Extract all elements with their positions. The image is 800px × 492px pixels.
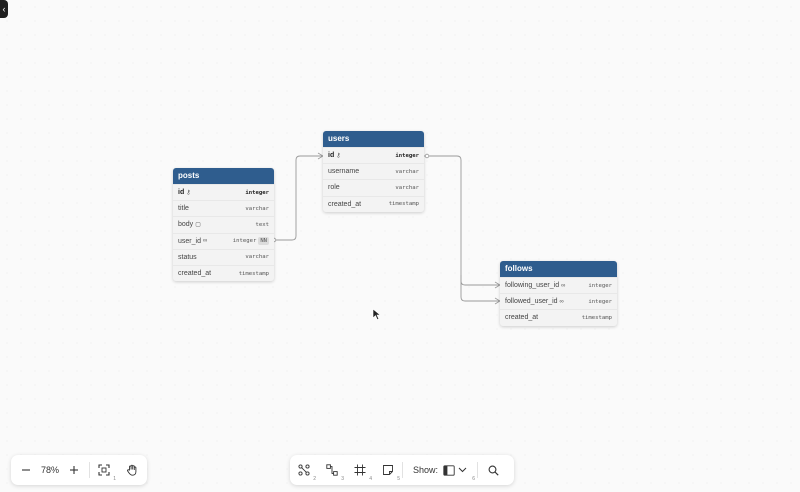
auto-layout-button[interactable]: 2 xyxy=(290,455,318,485)
field-name: created_at xyxy=(505,314,539,322)
field-type: text xyxy=(255,221,269,228)
field-name: user_id xyxy=(178,237,201,245)
field-name: status xyxy=(178,253,197,261)
field-type: timestamp xyxy=(238,270,269,277)
table-field-row[interactable]: followed_user_id ∞ integer xyxy=(500,293,617,309)
diagram-canvas[interactable]: ‹ posts id ⚷ integer title varchar body ▢ … xyxy=(0,0,800,492)
field-name: body xyxy=(178,221,194,229)
field-type: integer xyxy=(588,282,612,289)
field-type: timestamp xyxy=(581,314,612,321)
table-field-row[interactable]: user_id ∞ integer NN xyxy=(173,232,274,249)
table-field-row[interactable]: created_at timestamp xyxy=(173,264,274,281)
key-icon: ⚷ xyxy=(186,190,191,197)
pan-tool-button[interactable] xyxy=(118,455,146,485)
tools-toolbar: 2 3 4 5 Show: 6 xyxy=(290,455,514,485)
shortcut-hint: 1 xyxy=(113,476,116,482)
link-icon: ∞ xyxy=(561,282,566,289)
edge-follows-followed-users-id[interactable] xyxy=(460,275,500,302)
table-field-row[interactable]: created_at timestamp xyxy=(500,309,617,325)
table-field-row[interactable]: role varchar xyxy=(323,179,424,195)
field-name: username xyxy=(328,168,360,176)
field-type: varchar xyxy=(245,254,269,261)
shortcut-hint: 3 xyxy=(341,476,344,482)
table-follows[interactable]: follows following_user_id ∞ integer follo… xyxy=(500,261,617,326)
edge-follows-following-users-id[interactable] xyxy=(424,155,500,286)
frame-icon xyxy=(354,464,366,476)
area-tool-button[interactable]: 4 xyxy=(346,455,374,485)
table-field-row[interactable]: id ⚷ integer xyxy=(173,184,274,200)
field-type: integer xyxy=(395,152,419,159)
shortcut-hint: 4 xyxy=(369,476,372,482)
connect-tool-button[interactable]: 3 xyxy=(318,455,346,485)
zoom-level-indicator[interactable]: 78% xyxy=(41,455,59,485)
link-icon: ∞ xyxy=(202,238,208,245)
shortcut-hint: 2 xyxy=(313,476,316,482)
search-button[interactable] xyxy=(478,455,508,485)
field-type: timestamp xyxy=(388,201,419,208)
fit-view-icon xyxy=(98,464,110,476)
field-type: varchar xyxy=(395,168,419,175)
table-header: posts xyxy=(173,168,274,184)
field-name: id xyxy=(328,152,335,160)
table-view-icon xyxy=(443,464,455,476)
relationship-edges xyxy=(271,152,501,305)
field-type: varchar xyxy=(395,184,419,191)
field-type: varchar xyxy=(245,205,269,212)
field-type: integer xyxy=(588,298,612,305)
zoom-in-button[interactable] xyxy=(59,455,89,485)
plus-icon xyxy=(70,466,78,474)
shortcut-hint: 5 xyxy=(397,476,400,482)
note-icon: ▢ xyxy=(195,222,201,229)
fit-view-button[interactable]: 1 xyxy=(90,455,118,485)
edge-endpoint-marker xyxy=(424,153,430,159)
field-name: id xyxy=(178,189,185,197)
table-field-row[interactable]: username varchar xyxy=(323,163,424,179)
shortcut-hint: 6 xyxy=(472,476,475,482)
zoom-out-button[interactable] xyxy=(11,455,41,485)
field-name: created_at xyxy=(178,270,212,278)
field-type: integer xyxy=(245,189,269,196)
relationship-icon xyxy=(298,464,310,476)
connector-icon xyxy=(326,464,338,476)
minus-icon xyxy=(22,469,30,471)
table-field-row[interactable]: following_user_id ∞ integer xyxy=(500,277,617,293)
show-mode-dropdown[interactable]: Show: 6 xyxy=(403,455,477,485)
field-name: role xyxy=(328,184,340,192)
link-icon: ∞ xyxy=(559,298,564,305)
field-type: integer xyxy=(232,238,257,245)
chevron-down-icon xyxy=(458,467,467,473)
table-field-row[interactable]: created_at timestamp xyxy=(323,195,424,212)
show-label: Show: xyxy=(412,465,438,475)
note-tool-button[interactable]: 5 xyxy=(374,455,402,485)
search-icon xyxy=(488,465,499,476)
field-name: following_user_id xyxy=(505,282,560,290)
zoom-value: 78% xyxy=(41,465,60,475)
table-posts[interactable]: posts id ⚷ integer title varchar body ▢ te… xyxy=(173,168,274,282)
table-users[interactable]: users id ⚷ integer username varchar role … xyxy=(323,131,424,212)
mouse-cursor xyxy=(372,308,382,320)
table-field-row[interactable]: title varchar xyxy=(173,200,274,216)
table-header: users xyxy=(323,131,424,147)
field-name: title xyxy=(178,205,189,213)
key-icon: ⚷ xyxy=(336,153,341,160)
table-field-row[interactable]: status varchar xyxy=(173,248,274,265)
field-name: followed_user_id xyxy=(505,298,558,306)
zoom-toolbar: 78% 1 xyxy=(11,455,147,485)
table-field-row[interactable]: id ⚷ integer xyxy=(323,147,424,163)
table-field-row[interactable]: body ▢ text xyxy=(173,216,274,232)
table-header: follows xyxy=(500,261,617,277)
hand-icon xyxy=(127,464,137,476)
edge-posts-user_id-users-id[interactable] xyxy=(274,155,323,241)
sticky-note-icon xyxy=(383,465,393,475)
not-null-badge: NN xyxy=(258,237,269,246)
field-name: created_at xyxy=(328,200,362,208)
